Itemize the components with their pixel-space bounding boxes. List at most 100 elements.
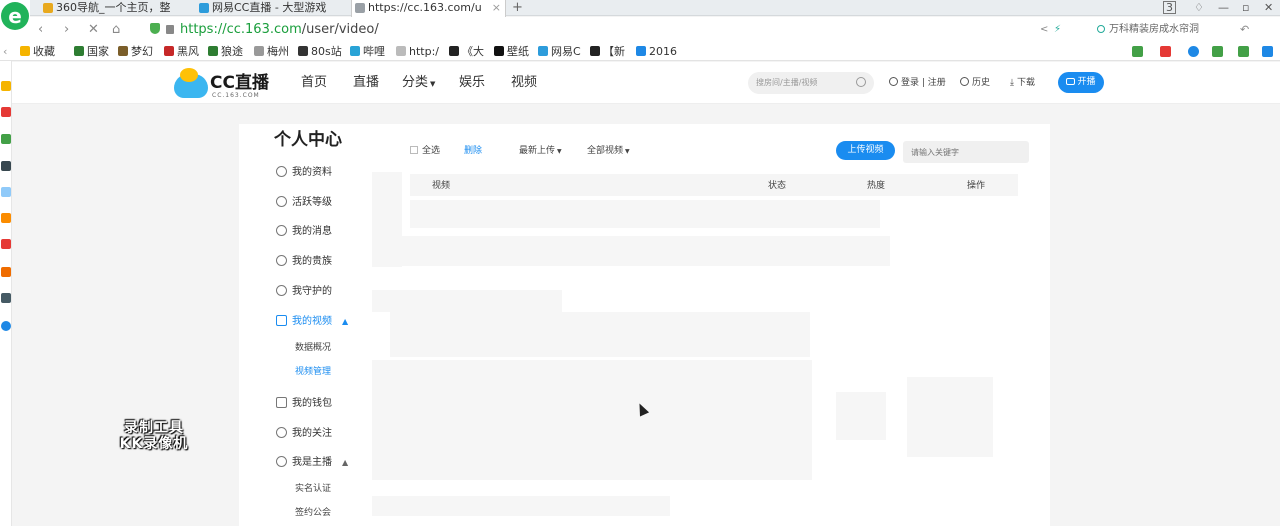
sidebar-item-profile[interactable]: 我的资料: [276, 166, 332, 180]
sidebar-item-wallet[interactable]: 我的钱包: [276, 397, 332, 411]
bookmark-arrow-icon[interactable]: ‹: [3, 44, 7, 60]
upload-video-button[interactable]: 上传视频: [836, 141, 895, 160]
browser-e-icon: e: [1, 2, 29, 30]
bookmark-item[interactable]: 哔哩: [350, 44, 385, 60]
bookmark-item[interactable]: 黑风: [164, 44, 199, 60]
select-all-checkbox[interactable]: 全选: [410, 145, 440, 157]
nav-home[interactable]: 首页: [301, 74, 327, 92]
sidebar-item-label: 我的视频: [292, 316, 332, 327]
guard-icon: [276, 285, 287, 296]
nav-video[interactable]: 视频: [511, 74, 537, 92]
search-icon[interactable]: [856, 77, 866, 87]
register-link[interactable]: 注册: [928, 78, 946, 88]
tab-close-icon[interactable]: ×: [492, 0, 501, 16]
sort-dropdown[interactable]: 最新上传 ▼: [519, 145, 562, 158]
share-icon[interactable]: <: [1040, 21, 1048, 39]
chevron-down-icon: ▼: [430, 80, 436, 88]
download-label: 下载: [1016, 78, 1035, 88]
undo-icon[interactable]: ↶: [1240, 21, 1249, 39]
history-link[interactable]: 历史: [960, 76, 990, 90]
maximize-icon[interactable]: ▫: [1242, 1, 1249, 14]
back-icon[interactable]: ‹: [38, 21, 43, 39]
chat-icon[interactable]: [1, 134, 11, 144]
stop-icon[interactable]: ✕: [88, 21, 99, 39]
block-icon[interactable]: [1160, 46, 1171, 57]
shirt-icon[interactable]: ♢: [1194, 1, 1204, 14]
close-window-icon[interactable]: ✕: [1264, 1, 1273, 14]
start-live-button[interactable]: 开播: [1058, 72, 1104, 93]
chevron-up-icon: ▲: [342, 317, 349, 326]
nav-category[interactable]: 分类 ▼: [402, 74, 435, 93]
bookmark-item[interactable]: 《大: [449, 44, 484, 60]
bookmark-item[interactable]: 【新: [590, 44, 625, 60]
bookmark-item[interactable]: 收藏: [20, 44, 55, 60]
new-tab-button[interactable]: +: [512, 0, 523, 15]
start-live-label: 开播: [1077, 77, 1096, 87]
sidebar-item-videos[interactable]: 我的视频 ▲: [276, 315, 348, 329]
bookmark-item[interactable]: 国家: [74, 44, 109, 60]
sidebar-item-label: 我守护的: [292, 286, 332, 297]
sidebar-item-anchor[interactable]: 我是主播 ▲: [276, 456, 348, 470]
bookmark-item[interactable]: 梦幻: [118, 44, 153, 60]
cc-logo-sub: CC.163.COM: [212, 92, 260, 99]
bookmark-item[interactable]: 网易C: [538, 44, 581, 60]
sidebar-item-guarded[interactable]: 我守护的: [276, 285, 332, 299]
sidebar-item-nobility[interactable]: 我的贵族: [276, 255, 332, 269]
tab-count-badge[interactable]: 3: [1163, 1, 1176, 14]
bookmarks-bar: ‹ 收藏 国家 梦幻 黑风 狼途 梅州 80s站 哔哩 http:/ 《大 壁纸…: [0, 43, 1280, 61]
bookmark-item[interactable]: 梅州: [254, 44, 289, 60]
bookmark-item[interactable]: http:/: [396, 44, 439, 60]
shield-icon[interactable]: [1238, 46, 1249, 57]
search-icon[interactable]: [1188, 46, 1199, 57]
download-link[interactable]: ⤓ 下载: [1010, 76, 1035, 90]
keyword-search-input[interactable]: [903, 141, 1029, 163]
message-icon: [276, 225, 287, 236]
url-input[interactable]: https://cc.163.com/user/video/: [150, 22, 1020, 38]
weibo-icon[interactable]: [1, 107, 11, 117]
cloud-icon[interactable]: [1, 321, 11, 331]
browser-tab-3[interactable]: https://cc.163.com/u ×: [351, 0, 506, 17]
doc-icon[interactable]: [1, 187, 11, 197]
site-search-input[interactable]: 搜房间/主播/视频: [748, 72, 874, 94]
bookmark-item[interactable]: 2016: [636, 44, 677, 60]
extension-icon[interactable]: [1132, 46, 1143, 57]
nav-entertainment[interactable]: 娱乐: [459, 74, 485, 92]
sidebar-subitem-guild[interactable]: 签约公会: [295, 507, 331, 519]
browser-search-input[interactable]: 万科精装房成水帘洞: [1095, 21, 1225, 38]
browser-logo[interactable]: e: [0, 0, 30, 34]
address-bar: ‹ › ✕ ⌂ https://cc.163.com/user/video/ <…: [0, 17, 1280, 43]
video-icon[interactable]: [1, 239, 11, 249]
sidebar-subitem-video-manage[interactable]: 视频管理: [295, 366, 331, 378]
favorites-icon[interactable]: [1, 81, 11, 91]
nav-live[interactable]: 直播: [353, 74, 379, 92]
login-link[interactable]: 登录: [901, 78, 919, 88]
filter-dropdown[interactable]: 全部视频 ▼: [587, 145, 630, 158]
tab-favicon-icon: [355, 3, 365, 13]
bookmark-icon: [636, 46, 646, 56]
sidebar-item-level[interactable]: 活跃等级: [276, 196, 332, 210]
minimize-icon[interactable]: —: [1218, 1, 1229, 14]
app-icon[interactable]: [1, 161, 11, 171]
sidebar-item-messages[interactable]: 我的消息: [276, 225, 332, 239]
browser-tab-1[interactable]: 360导航_一个主页，整: [40, 0, 188, 16]
login-register[interactable]: 登录 | 注册: [889, 76, 946, 90]
home-icon[interactable]: ⌂: [112, 21, 120, 39]
sidebar-item-follow[interactable]: 我的关注: [276, 427, 332, 441]
bookmark-item[interactable]: 壁纸: [494, 44, 529, 60]
sidebar-subitem-realname[interactable]: 实名认证: [295, 483, 331, 495]
shop-icon[interactable]: [1, 213, 11, 223]
delete-button[interactable]: 删除: [464, 145, 482, 157]
bookmark-item[interactable]: 狼途: [208, 44, 243, 60]
checkbox-icon: [410, 146, 418, 154]
menu-icon[interactable]: [1262, 46, 1273, 57]
bookmark-item[interactable]: 80s站: [298, 44, 342, 60]
game-icon[interactable]: [1, 267, 11, 277]
forward-icon[interactable]: ›: [64, 21, 69, 39]
sidebar-subitem-overview[interactable]: 数据概况: [295, 342, 331, 354]
table-header: [410, 174, 1018, 196]
game-icon[interactable]: [1212, 46, 1223, 57]
movie-icon[interactable]: [1, 293, 11, 303]
bolt-icon[interactable]: ⚡: [1054, 21, 1061, 39]
cc-logo[interactable]: CC直播 CC.163.COM: [174, 68, 274, 100]
browser-tab-2[interactable]: 网易CC直播 - 大型游戏: [196, 0, 346, 16]
